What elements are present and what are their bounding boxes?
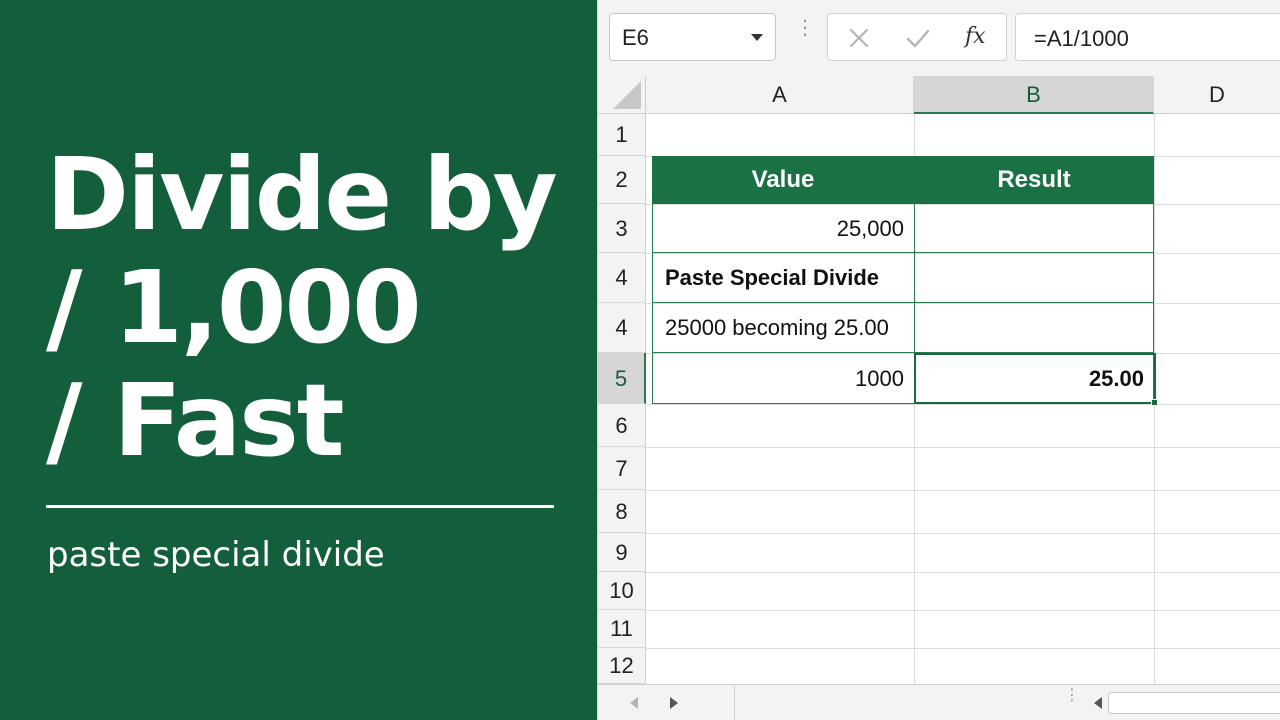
promo-panel: Divide by / 1,000 / Fast paste special d… — [0, 0, 597, 720]
headline-line-2: / 1,000 — [46, 249, 422, 366]
cell-b4[interactable] — [915, 254, 1153, 302]
gridline — [646, 533, 1280, 534]
spreadsheet: E6 ⋮ fx =A1/1000 A B D 1 2 3 4 4 5 6 7 8… — [597, 0, 1280, 720]
cell-a5[interactable]: 1000 — [653, 354, 914, 403]
formula-actions: fx — [827, 13, 1007, 61]
row-header-1[interactable]: 1 — [598, 114, 646, 156]
cell-a4[interactable]: Paste Special Divide — [653, 254, 914, 302]
row-header-9[interactable]: 9 — [598, 533, 646, 572]
row-header-2[interactable]: 2 — [598, 156, 646, 204]
name-box-value: E6 — [622, 25, 649, 50]
row-header-8[interactable]: 8 — [598, 490, 646, 533]
split-handle-icon[interactable]: ⋮ — [1064, 688, 1080, 704]
scroll-left-icon[interactable] — [1094, 697, 1102, 709]
row-header-4[interactable]: 4 — [598, 253, 646, 303]
gridline — [646, 610, 1280, 611]
select-all-corner[interactable] — [598, 76, 646, 114]
gridline — [646, 572, 1280, 573]
row-header-11[interactable]: 11 — [598, 610, 646, 648]
row-header-5[interactable]: 5 — [598, 353, 646, 404]
formula-bar[interactable]: =A1/1000 — [1015, 13, 1280, 61]
active-cell-selection[interactable] — [914, 353, 1156, 404]
fill-handle[interactable] — [1151, 399, 1158, 406]
header-cell-result[interactable]: Result — [914, 156, 1154, 204]
table-border — [652, 302, 1154, 303]
table-border — [652, 204, 653, 404]
formula-text: =A1/1000 — [1034, 26, 1129, 51]
headline-line-1: Divide by — [46, 136, 558, 253]
drag-handle-icon[interactable]: ⋮ — [795, 18, 815, 50]
headline-line-3: / Fast — [46, 362, 345, 479]
divider — [734, 685, 735, 720]
name-box[interactable]: E6 — [609, 13, 776, 61]
column-header-b[interactable]: B — [914, 76, 1154, 114]
sheet-tab-bar: ⋮ — [598, 684, 1280, 720]
row-header-12[interactable]: 12 — [598, 648, 646, 684]
next-sheet-icon[interactable] — [670, 697, 678, 709]
previous-sheet-icon[interactable] — [630, 697, 638, 709]
row-header-4b[interactable]: 4 — [598, 303, 646, 353]
subtitle: paste special divide — [47, 535, 385, 575]
cell-a4b[interactable]: 25000 becoming 25.00 — [653, 304, 914, 352]
gridline — [646, 404, 1280, 405]
insert-function-icon[interactable]: fx — [965, 24, 986, 49]
horizontal-scrollbar[interactable] — [1108, 692, 1280, 714]
row-header-7[interactable]: 7 — [598, 447, 646, 490]
row-header-10[interactable]: 10 — [598, 572, 646, 610]
row-header-3[interactable]: 3 — [598, 204, 646, 253]
gridline — [646, 648, 1280, 649]
column-header-d[interactable]: D — [1154, 76, 1280, 114]
cell-b4b[interactable] — [915, 304, 1153, 352]
header-cell-value[interactable]: Value — [652, 156, 914, 204]
gridline — [646, 490, 1280, 491]
cell-a3[interactable]: 25,000 — [653, 205, 914, 252]
headline: Divide by / 1,000 / Fast — [46, 138, 586, 477]
row-header-6[interactable]: 6 — [598, 404, 646, 447]
gridline — [646, 447, 1280, 448]
cell-b3[interactable] — [915, 205, 1153, 252]
divider — [46, 505, 554, 508]
column-header-a[interactable]: A — [646, 76, 914, 114]
check-icon[interactable] — [904, 25, 932, 51]
cancel-icon[interactable] — [846, 25, 872, 51]
table-border — [652, 252, 1154, 253]
chevron-down-icon[interactable] — [751, 34, 763, 41]
formula-toolbar: E6 ⋮ fx =A1/1000 — [598, 0, 1280, 76]
